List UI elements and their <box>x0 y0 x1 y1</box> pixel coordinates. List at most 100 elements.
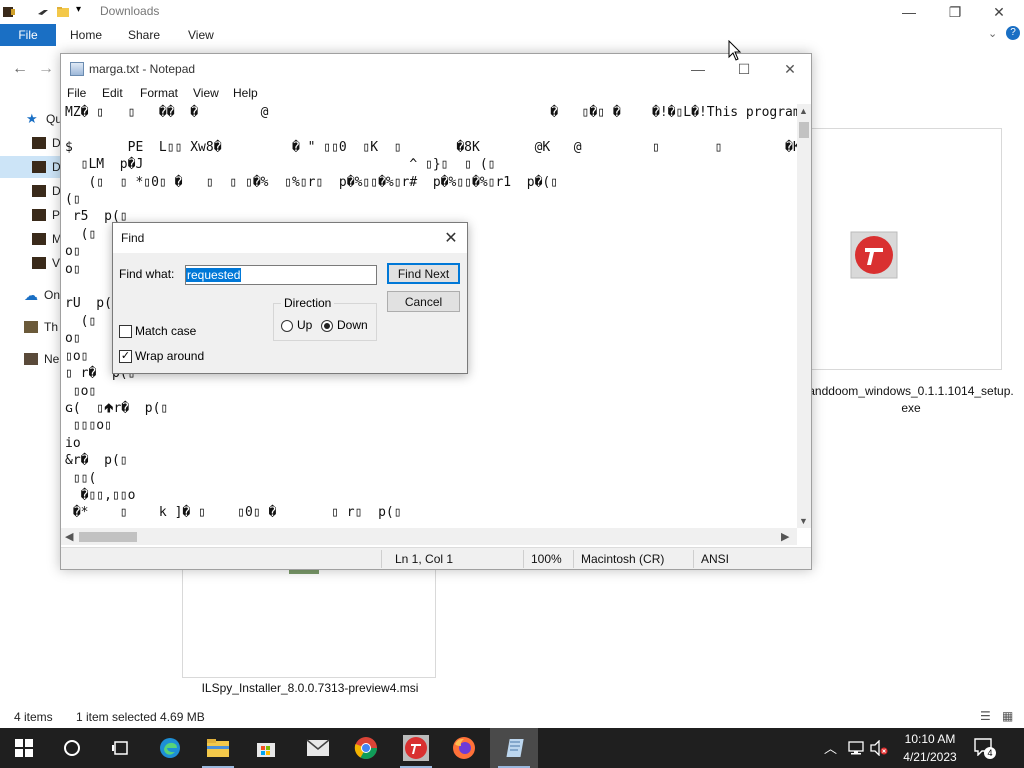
taskbar-clock-date[interactable]: 4/21/2023 <box>896 750 964 764</box>
details-view-icon[interactable]: ☰ <box>980 709 991 723</box>
taskbar-store[interactable] <box>242 728 290 768</box>
match-case-checkbox[interactable] <box>119 325 132 338</box>
vertical-scrollbar[interactable]: ▲ ▼ <box>797 104 811 528</box>
scroll-up-arrow-icon[interactable]: ▲ <box>799 106 808 116</box>
pinned-folder-icon <box>32 257 46 269</box>
forward-arrow-icon[interactable]: → <box>38 60 54 78</box>
search-button[interactable] <box>48 728 96 768</box>
notepad-titlebar[interactable]: marga.txt - Notepad — ☐ ✕ <box>61 54 811 84</box>
explorer-close-button[interactable]: ✕ <box>976 0 1022 24</box>
taskbar-chrome[interactable] <box>342 728 390 768</box>
status-separator <box>573 550 574 568</box>
new-folder-icon[interactable] <box>56 5 70 19</box>
encoding: ANSI <box>701 552 730 566</box>
line-ending: Macintosh (CR) <box>581 552 665 566</box>
notepad-minimize-button[interactable]: — <box>675 54 721 84</box>
explorer-title: Downloads <box>100 4 160 18</box>
chrome-icon <box>354 737 377 759</box>
direction-label: Direction <box>281 296 335 310</box>
wrap-around-checkbox[interactable]: ✓ <box>119 350 132 363</box>
ribbon-expand-chevron-icon[interactable]: ⌄ <box>988 27 997 40</box>
menu-format[interactable]: Format <box>140 86 178 100</box>
ribbon-tab-file[interactable]: File <box>0 24 56 46</box>
properties-icon[interactable] <box>36 5 50 19</box>
notification-count-badge: 4 <box>984 747 996 759</box>
start-button[interactable] <box>0 728 48 768</box>
find-dialog: Find ✕ Find what: requested Find Next Ca… <box>112 222 468 374</box>
menu-edit[interactable]: Edit <box>102 86 123 100</box>
task-view-button[interactable] <box>96 728 144 768</box>
file-name-msi[interactable]: ILSpy_Installer_8.0.0.7313-preview4.msi <box>170 681 450 695</box>
match-case-label[interactable]: Match case <box>135 324 196 338</box>
taskbar-mail[interactable] <box>294 728 342 768</box>
help-icon[interactable]: ? <box>1006 26 1020 40</box>
ribbon-tab-home[interactable]: Home <box>70 28 102 42</box>
direction-down-radio[interactable] <box>321 320 333 332</box>
file-tile-msi[interactable] <box>182 564 436 678</box>
nav-item-music[interactable]: M <box>32 228 62 250</box>
ribbon-tab-share[interactable]: Share <box>128 28 160 42</box>
taskbar-file-explorer[interactable] <box>194 728 242 768</box>
taskbar-notepad[interactable] <box>490 728 538 768</box>
firefox-icon <box>453 737 475 759</box>
menu-help[interactable]: Help <box>233 86 258 100</box>
find-dialog-title: Find <box>121 231 145 245</box>
explorer-ribbon: File Home Share View ⌄ ? <box>0 24 1024 46</box>
nav-item-this-pc[interactable]: Th <box>24 316 58 338</box>
find-what-label: Find what: <box>119 267 175 281</box>
cancel-button[interactable]: Cancel <box>387 291 460 312</box>
horizontal-scroll-thumb[interactable] <box>79 532 137 542</box>
pinned-folder-icon <box>32 161 46 173</box>
action-center-button[interactable]: 4 <box>974 738 996 759</box>
pinned-folder-icon <box>32 137 46 149</box>
cloud-icon: ☁ <box>24 287 38 303</box>
mouse-cursor-icon <box>728 40 742 61</box>
nav-item-quick-access[interactable]: ★ Qu <box>26 108 62 130</box>
scroll-left-arrow-icon[interactable]: ◀ <box>65 530 73 543</box>
taskbar-edge[interactable] <box>146 728 194 768</box>
nav-item-videos[interactable]: V <box>32 252 60 274</box>
nav-item-pictures[interactable]: P <box>32 204 60 226</box>
volume-muted-icon[interactable] <box>870 740 888 756</box>
notepad-close-button[interactable]: ✕ <box>767 54 813 84</box>
file-name-setup[interactable]: anddoom_windows_0.1.1.1014_setup. exe <box>806 384 1016 415</box>
direction-up-radio[interactable] <box>281 320 293 332</box>
nav-item-desktop[interactable]: D <box>32 132 61 154</box>
find-titlebar[interactable]: Find ✕ <box>113 223 467 253</box>
find-what-selected-text[interactable]: requested <box>186 268 242 282</box>
edge-icon <box>160 738 180 758</box>
explorer-maximize-button[interactable]: ❐ <box>932 0 978 24</box>
show-hidden-icons-chevron-icon[interactable]: ︿ <box>824 738 837 757</box>
network-icon[interactable] <box>848 740 864 756</box>
wrap-around-label[interactable]: Wrap around <box>135 349 204 363</box>
file-tile-setup[interactable] <box>812 128 1002 370</box>
ribbon-tab-view[interactable]: View <box>188 28 214 42</box>
horizontal-scrollbar[interactable]: ◀ ▶ <box>61 528 797 545</box>
direction-up-label[interactable]: Up <box>297 318 312 332</box>
nav-item-onedrive[interactable]: ☁ On <box>24 284 60 306</box>
taskbar-installer-app[interactable] <box>392 728 440 768</box>
explorer-app-icon <box>3 7 15 17</box>
nav-item-downloads[interactable]: D <box>32 156 61 178</box>
notepad-menubar: File Edit Format View Help <box>61 84 811 104</box>
nav-item-documents[interactable]: D <box>32 180 61 202</box>
scroll-down-arrow-icon[interactable]: ▼ <box>799 516 808 526</box>
explorer-minimize-button[interactable]: — <box>886 0 932 24</box>
find-next-button[interactable]: Find Next <box>387 263 460 284</box>
status-separator <box>523 550 524 568</box>
menu-file[interactable]: File <box>67 86 86 100</box>
direction-down-label[interactable]: Down <box>337 318 368 332</box>
store-bag-icon <box>257 743 275 757</box>
item-count: 4 items <box>14 710 53 724</box>
quick-access-dropdown-icon[interactable]: ▾ <box>76 4 90 18</box>
notepad-status-bar: Ln 1, Col 1 100% Macintosh (CR) ANSI <box>61 547 811 569</box>
menu-view[interactable]: View <box>193 86 219 100</box>
large-icons-view-icon[interactable]: ▦ <box>1002 709 1013 723</box>
vertical-scroll-thumb[interactable] <box>799 122 809 138</box>
nav-item-network[interactable]: Ne <box>24 348 59 370</box>
find-close-button[interactable]: ✕ <box>439 227 463 249</box>
taskbar-firefox[interactable] <box>440 728 488 768</box>
back-arrow-icon[interactable]: ← <box>12 60 28 78</box>
scroll-right-arrow-icon[interactable]: ▶ <box>781 530 789 543</box>
taskbar-clock-time[interactable]: 10:10 AM <box>900 732 960 746</box>
